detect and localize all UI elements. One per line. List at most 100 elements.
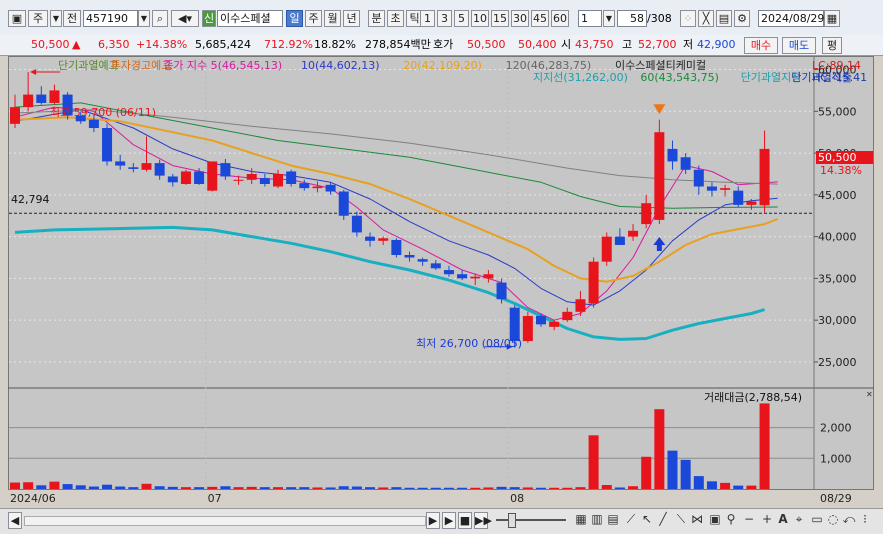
candle <box>417 259 428 262</box>
close-icon[interactable]: ✕ <box>866 391 874 399</box>
candle <box>299 183 310 189</box>
volume-bar <box>180 487 191 489</box>
candle <box>246 173 257 180</box>
layout-icon[interactable]: ▤ <box>606 512 620 526</box>
scroll-left-icon[interactable]: ◀ <box>8 512 22 529</box>
candle <box>207 161 218 191</box>
candle <box>273 173 283 187</box>
volume-bar <box>654 409 665 489</box>
volume-bar <box>628 486 639 489</box>
volume-bar <box>706 481 717 489</box>
candle <box>680 157 691 170</box>
trendline-icon[interactable]: ⟋ <box>624 512 638 526</box>
x-tick-label: 08/29 <box>820 492 852 505</box>
pin-icon[interactable]: ⌖ <box>792 512 806 526</box>
stop-icon[interactable]: ■ <box>458 512 472 529</box>
y-tick-label: 55,000 <box>818 105 857 118</box>
candle <box>115 161 126 166</box>
volume-bar <box>312 487 323 489</box>
volume-bar <box>417 487 428 489</box>
cursor-icon[interactable]: ↖ <box>640 512 654 526</box>
volume-bar <box>746 485 757 489</box>
volume-bar <box>759 403 770 489</box>
candle <box>49 90 60 103</box>
candle <box>430 263 441 269</box>
legend-item[interactable]: 20(42,109,20) <box>403 59 482 72</box>
price-tag-text: 50,500 <box>818 151 857 164</box>
minus-icon[interactable]: − <box>742 512 756 526</box>
candle <box>128 167 139 169</box>
candle <box>404 255 415 258</box>
volume-bar <box>470 487 481 489</box>
candle <box>759 148 770 206</box>
y-tick-label: 35,000 <box>818 272 857 285</box>
high-marker-label: 최고 59,700 (06/11) <box>50 106 157 119</box>
candle <box>365 236 376 241</box>
candle <box>693 169 704 187</box>
candle <box>88 119 99 129</box>
undo-icon[interactable]: ⤺ <box>842 512 856 526</box>
legend-item[interactable]: 10(44,602,13) <box>301 59 380 72</box>
plus-icon[interactable]: + <box>760 512 774 526</box>
candle <box>180 171 191 184</box>
candle <box>522 315 533 342</box>
volume-bar <box>49 481 60 489</box>
volume-bar <box>509 487 520 489</box>
volume-bar <box>154 486 165 489</box>
candle <box>588 261 599 304</box>
more-icon[interactable]: ⁝ <box>858 512 872 526</box>
volume-bar <box>220 486 231 489</box>
fast-forward-icon[interactable]: ▶▶ <box>474 512 492 529</box>
volume-bar <box>194 487 205 489</box>
volume-bar <box>443 487 454 489</box>
price-tag: 50,500 <box>816 151 873 164</box>
bottom-toolbar: ◀ ▶ ▶ ■ ▶▶ ▦ ▥ ▤ ⟋ ↖ ╱ ⟍ ⋈ ▣ ⚲ − + A ⌖ ▭… <box>0 508 883 534</box>
volume-bar <box>325 487 336 489</box>
table-icon[interactable]: ▦ <box>574 512 588 526</box>
zoom-icon[interactable]: ⚲ <box>724 512 738 526</box>
zoom-slider-thumb[interactable] <box>508 513 516 528</box>
candle <box>549 321 560 327</box>
low-marker-label: 최저 26,700 (08/05) <box>416 337 523 350</box>
volume-bar <box>259 487 270 489</box>
scroll-right-icon[interactable]: ▶ <box>426 512 440 529</box>
scrollbar-track[interactable] <box>24 516 426 526</box>
volume-bar <box>496 486 507 489</box>
buy-signal-stem <box>656 244 662 251</box>
volume-bar <box>378 487 389 489</box>
candle <box>338 191 349 216</box>
pattern-icon[interactable]: ⟍ <box>674 512 688 526</box>
candle <box>601 236 612 262</box>
text-tool-icon[interactable]: A <box>776 512 790 526</box>
x-tick-label: 2024/06 <box>10 492 56 505</box>
legend-item[interactable]: 지지선(31,262,00) <box>533 71 628 84</box>
volume-bar <box>233 487 244 489</box>
eraser-icon[interactable]: ◌ <box>826 512 840 526</box>
volume-tick-label: 2,000 <box>820 422 852 435</box>
candle <box>457 274 468 279</box>
candle <box>36 94 47 103</box>
fib-icon[interactable]: ⋈ <box>690 512 704 526</box>
legend-item[interactable]: 종가 지수 5(46,545,13) <box>163 59 282 72</box>
volume-bar <box>720 482 731 489</box>
compare-icon[interactable]: ▥ <box>590 512 604 526</box>
candle <box>562 311 573 321</box>
candle <box>325 184 336 192</box>
legend-item[interactable]: 60(43,543,75) <box>640 71 719 84</box>
shape-icon[interactable]: ▣ <box>708 512 722 526</box>
zoom-slider[interactable] <box>496 519 566 521</box>
play-icon[interactable]: ▶ <box>442 512 456 529</box>
volume-bar <box>36 485 47 489</box>
candle <box>102 128 113 162</box>
candle <box>720 188 731 190</box>
screen-icon[interactable]: ▭ <box>810 512 824 526</box>
volume-bar <box>246 486 257 489</box>
volume-bar <box>693 476 704 489</box>
candle <box>351 215 362 233</box>
candle <box>536 315 546 325</box>
volume-bar <box>351 486 362 489</box>
line-tool-icon[interactable]: ╱ <box>656 512 670 526</box>
volume-bar <box>614 487 625 489</box>
volume-bar <box>601 485 612 489</box>
volume-bar <box>522 487 533 489</box>
